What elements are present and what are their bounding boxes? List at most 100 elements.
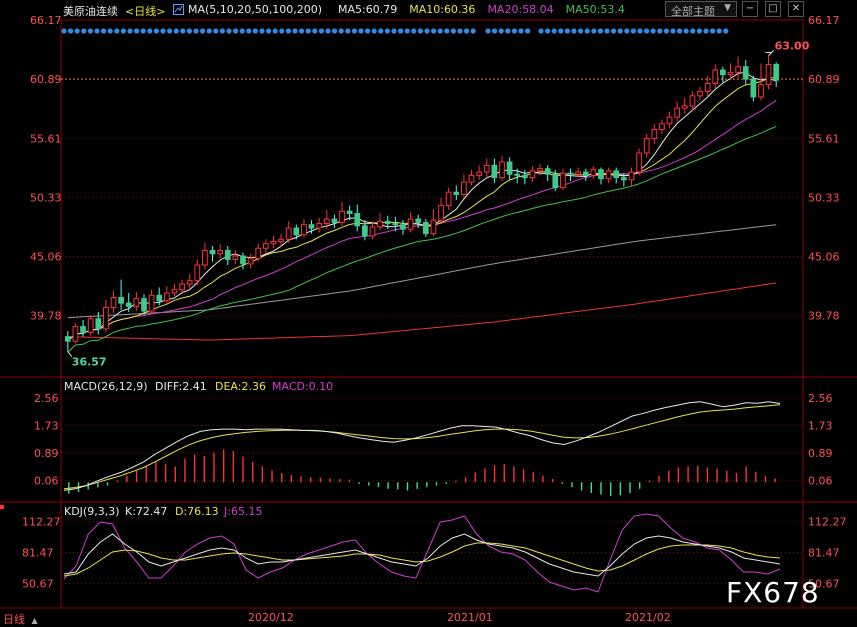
candle-body <box>293 227 300 236</box>
candle-body <box>628 171 635 181</box>
event-dot <box>81 28 87 34</box>
candle-body <box>636 152 642 173</box>
kdj-k-line <box>63 533 781 577</box>
macd-histogram <box>68 449 776 497</box>
event-dot <box>206 28 212 34</box>
event-dot <box>219 28 225 34</box>
candle-body <box>232 255 239 260</box>
candle-body <box>506 161 513 175</box>
event-dot <box>637 28 643 34</box>
macd-lines <box>63 401 781 491</box>
candle-body <box>301 224 307 236</box>
candle-body <box>514 173 521 176</box>
macd-axis-right-label: 0.06 <box>808 474 833 487</box>
watermark: FX678 <box>726 576 820 609</box>
candle-body <box>377 220 383 228</box>
event-dot <box>663 28 670 34</box>
candle-body <box>262 243 269 249</box>
event-dot <box>239 28 245 34</box>
candle-body <box>339 210 345 223</box>
candle-body <box>95 318 102 330</box>
event-dot <box>114 28 120 34</box>
candle-body <box>110 297 117 309</box>
candlestick-chart[interactable]: 66.17 60.89 55.61 50.33 45.06 39.78 66.17 60.8… <box>0 0 857 627</box>
event-dot <box>285 28 291 34</box>
event-dot <box>690 28 696 34</box>
price-axis-left-label: 50.33 <box>30 191 62 204</box>
candle-body <box>384 220 391 225</box>
event-dot <box>358 28 364 34</box>
kdj-axis-left-label: 50.67 <box>22 577 54 590</box>
price-axis-left-label: 60.89 <box>30 73 62 86</box>
period-button-label: 日线 <box>3 613 25 626</box>
event-dot <box>378 28 384 34</box>
period-button[interactable]: 日线 ▲ <box>3 611 47 626</box>
event-dot <box>101 28 107 34</box>
event-dot <box>338 28 344 34</box>
event-dot <box>716 28 722 34</box>
candle-body <box>179 283 185 291</box>
kdj-title: KDJ(9,3,3) <box>64 505 120 518</box>
candle-body <box>186 280 193 285</box>
macd-axis: 2.56 2.56 1.73 1.73 0.89 0.89 0.06 0.06 <box>34 392 833 487</box>
event-dot <box>292 28 298 34</box>
candle-body <box>255 247 262 259</box>
event-dot <box>160 28 166 34</box>
price-axis-left-label: 39.78 <box>30 310 62 323</box>
event-dot <box>677 28 683 34</box>
event-dot <box>417 28 423 34</box>
event-dot <box>597 28 604 34</box>
event-dot <box>318 28 324 34</box>
candle-body <box>194 264 201 282</box>
candle-body <box>422 221 429 235</box>
event-dot <box>134 28 140 34</box>
ma-line-ma100 <box>67 224 777 319</box>
left-edge-marker <box>0 505 4 509</box>
candle-body <box>681 105 688 109</box>
candle-body <box>308 224 315 229</box>
event-dot <box>305 28 311 34</box>
macd-header: MACD(26,12,9) DIFF:2.41 DEA:2.36 MACD:0.… <box>64 380 333 393</box>
event-dot <box>551 28 557 34</box>
macd-dea-line <box>63 404 781 490</box>
low-price-marker <box>67 351 73 357</box>
candle-body <box>666 116 673 125</box>
event-dot <box>186 28 192 34</box>
event-dot <box>470 28 476 34</box>
candle-body <box>720 69 726 76</box>
price-axis-right-label: 39.78 <box>808 310 840 323</box>
candle-body <box>582 171 589 176</box>
candle-body <box>575 171 582 175</box>
candle-body <box>285 227 292 240</box>
event-dot <box>657 28 663 34</box>
candle-body <box>712 69 719 85</box>
candle-body <box>567 172 574 175</box>
candle-body <box>613 170 620 179</box>
event-dot <box>584 28 590 34</box>
price-axis-left-label: 55.61 <box>30 132 62 145</box>
candle-body <box>362 225 368 237</box>
candle-body <box>521 174 528 179</box>
candle-body <box>765 63 772 86</box>
price-axis-right-label: 55.61 <box>808 132 840 145</box>
macd-axis-left-label: 0.89 <box>34 447 59 460</box>
event-dot <box>404 28 410 34</box>
candle-body <box>689 95 696 107</box>
high-price-label: 63.00 <box>775 40 810 53</box>
event-dot <box>68 28 74 34</box>
event-dot <box>604 28 610 34</box>
event-dot <box>498 28 504 34</box>
event-dot <box>127 28 133 34</box>
candle-body <box>620 177 627 181</box>
candle-body <box>704 83 711 92</box>
price-axis-right: 66.17 60.89 55.61 50.33 45.06 39.78 <box>808 14 840 323</box>
event-dot <box>371 28 377 34</box>
candle-body <box>476 171 482 176</box>
event-dot <box>74 28 80 34</box>
candle-body <box>560 172 566 189</box>
event-dot <box>173 28 179 34</box>
candle-body <box>742 66 749 80</box>
candle-body <box>453 191 460 195</box>
kdj-axis-right-label: 112.27 <box>808 516 847 529</box>
candle-body <box>80 326 86 333</box>
